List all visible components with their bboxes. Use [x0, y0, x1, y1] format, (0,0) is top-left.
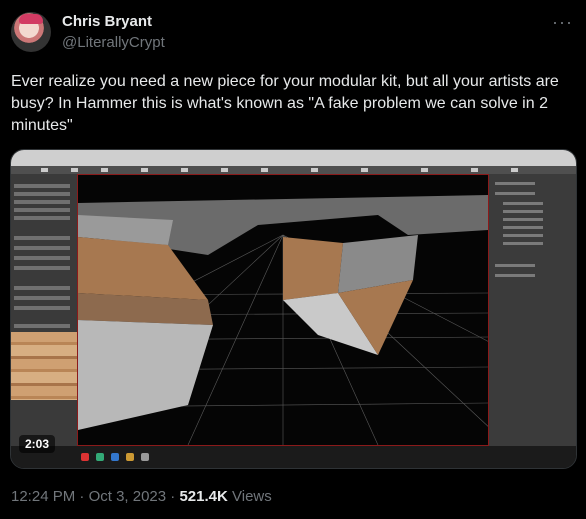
tweet-date[interactable]: Oct 3, 2023	[89, 488, 167, 505]
avatar[interactable]	[11, 12, 51, 52]
texture-preview	[11, 332, 77, 400]
video-duration: 2:03	[19, 435, 56, 453]
app-title-bar	[11, 150, 576, 166]
tweet-time[interactable]: 12:24 PM	[11, 488, 75, 505]
meta-separator: ·	[79, 488, 85, 505]
views-label: Views	[232, 488, 272, 505]
more-icon[interactable]: ···	[552, 12, 573, 33]
app-toolbar	[11, 166, 576, 174]
author-name[interactable]: Chris Bryant	[62, 13, 152, 30]
meta-separator: ·	[170, 488, 176, 505]
tool-panel	[11, 174, 78, 446]
properties-panel	[489, 174, 576, 446]
tweet-text: Ever realize you need a new piece for yo…	[11, 73, 559, 134]
3d-viewport	[11, 174, 576, 446]
views-count: 521.4K	[179, 488, 228, 505]
video-player[interactable]: 2:03	[10, 149, 577, 469]
viewport-scene	[11, 195, 576, 446]
taskbar	[11, 446, 576, 468]
author-handle[interactable]: @LiterallyCrypt	[62, 34, 165, 51]
tweet-header: Chris Bryant @LiterallyCrypt ···	[11, 12, 575, 56]
tweet-meta: 12:24 PM · Oct 3, 2023 · 521.4K Views	[11, 488, 272, 505]
